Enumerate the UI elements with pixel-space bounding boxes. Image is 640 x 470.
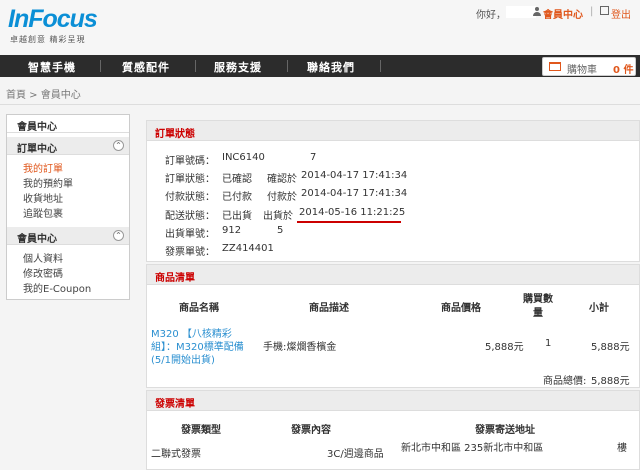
sidebar-item-profile[interactable]: 個人資料	[23, 250, 63, 265]
collapse-icon[interactable]: ⌃	[113, 140, 124, 151]
sidebar-item-ecoupon[interactable]: 我的E-Coupon	[23, 280, 91, 295]
ship-no-value-tail: 5	[277, 225, 284, 236]
confirm-time: 2014-04-17 17:41:34	[301, 170, 408, 181]
nav-divider	[380, 60, 381, 72]
order-state-value: 已確認	[222, 174, 252, 185]
col-product-desc: 商品描述	[309, 303, 349, 314]
nav-divider	[287, 60, 288, 72]
collapse-icon[interactable]: ⌃	[113, 230, 124, 241]
order-state-label: 訂單狀態：	[165, 174, 215, 185]
nav-divider	[195, 60, 196, 72]
product-price: 5,888元	[485, 342, 524, 353]
invoice-list-title: 發票清單	[147, 391, 639, 411]
product-list-panel: 商品清單 商品名稱 商品描述 商品價格 購買數量 小計 M320 【八核精彩 組…	[146, 264, 640, 388]
invoice-type: 二聯式發票	[151, 449, 201, 460]
order-no-label: 訂單號碼：	[165, 156, 215, 167]
sidebar: 會員中心 訂單中心 ⌃ 我的訂單 我的預約單 收貨地址 追蹤包裹 會員中心 ⌃ …	[6, 114, 130, 300]
breadcrumb[interactable]: 首頁 > 會員中心	[6, 86, 81, 101]
product-description: 手機:燦爛香檳金	[263, 342, 337, 353]
logout-icon[interactable]	[600, 6, 609, 15]
sidebar-item-my-orders[interactable]: 我的訂單	[23, 160, 63, 175]
product-subtotal: 5,888元	[591, 342, 630, 353]
ship-state-label: 配送狀態：	[165, 211, 215, 222]
invoice-content: 3C/週邊商品	[327, 449, 384, 460]
member-center-link[interactable]: 會員中心	[543, 6, 583, 21]
col-invoice-address: 發票寄送地址	[475, 425, 535, 436]
order-status-panel: 訂單狀態 訂單號碼： INC6140 7 訂單狀態： 已確認 確認於 2014-…	[146, 120, 640, 262]
sidebar-section-label: 訂單中心	[17, 144, 57, 155]
header-separator: |	[590, 6, 594, 17]
logo-tagline: 卓越創意 精彩呈現	[10, 35, 86, 44]
product-list-title: 商品清單	[147, 265, 639, 285]
invoice-address-tail: 樓	[617, 443, 627, 454]
ship-label: 出貨於	[263, 211, 293, 222]
product-quantity: 1	[545, 338, 552, 349]
cart-label: 購物車	[567, 65, 597, 76]
order-no-value: INC6140	[222, 152, 265, 163]
ship-state-value: 已出貨	[222, 211, 252, 222]
pay-label: 付款於	[267, 192, 297, 203]
product-name-line3[interactable]: (5/1開始出貨)	[151, 351, 215, 366]
pay-state-label: 付款狀態：	[165, 192, 215, 203]
ship-no-label: 出貨單號：	[165, 229, 215, 240]
nav-item-contact[interactable]: 聯絡我們	[307, 59, 355, 75]
invoice-no-value: ZZ414401	[222, 243, 274, 254]
cart-icon	[549, 62, 561, 71]
username-redacted	[506, 6, 536, 18]
nav-item-accessories[interactable]: 質感配件	[122, 59, 170, 75]
order-no-value-tail: 7	[310, 152, 317, 163]
pay-time: 2014-04-17 17:41:34	[301, 188, 408, 199]
sidebar-item-addresses[interactable]: 收貨地址	[23, 190, 63, 205]
sidebar-section-member[interactable]: 會員中心 ⌃	[7, 227, 129, 245]
confirm-label: 確認於	[267, 174, 297, 185]
nav-item-support[interactable]: 服務支援	[214, 59, 262, 75]
sidebar-section-orders[interactable]: 訂單中心 ⌃	[7, 137, 129, 155]
order-status-title: 訂單狀態	[147, 121, 639, 141]
ship-time-underline	[297, 221, 401, 223]
col-price: 商品價格	[441, 303, 481, 314]
invoice-address: 新北市中和區 235新北市中和區	[401, 443, 544, 454]
sidebar-item-reservations[interactable]: 我的預約單	[23, 175, 73, 190]
sidebar-item-track-package[interactable]: 追蹤包裹	[23, 205, 63, 220]
nav-divider	[100, 60, 101, 72]
invoice-no-label: 發票單號：	[165, 247, 215, 258]
sidebar-section-label: 會員中心	[17, 234, 57, 245]
divider	[0, 104, 640, 105]
ship-time: 2014-05-16 11:21:25	[299, 207, 406, 218]
col-invoice-type: 發票類型	[181, 425, 221, 436]
sidebar-title: 會員中心	[7, 115, 129, 133]
logout-link[interactable]: 登出	[611, 6, 631, 21]
ship-no-value: 912	[222, 225, 242, 236]
invoice-list-panel: 發票清單 發票類型 發票內容 發票寄送地址 二聯式發票 3C/週邊商品 新北市中…	[146, 390, 640, 470]
col-product-name: 商品名稱	[179, 303, 219, 314]
col-subtotal: 小計	[589, 303, 609, 314]
sidebar-item-change-password[interactable]: 修改密碼	[23, 265, 63, 280]
col-invoice-content: 發票內容	[291, 425, 331, 436]
nav-item-phones[interactable]: 智慧手機	[28, 59, 76, 75]
total-label: 商品總價:	[543, 376, 587, 387]
total-value: 5,888元	[591, 376, 630, 387]
cart-count: 0 件	[613, 65, 634, 76]
col-quantity: 購買數量	[523, 294, 553, 319]
pay-state-value: 已付款	[222, 192, 252, 203]
user-icon	[533, 7, 541, 16]
greeting-text: 你好，	[476, 10, 506, 21]
infocus-logo[interactable]: InFocus	[8, 5, 98, 34]
cart-button[interactable]: 購物車 0 件	[542, 57, 636, 76]
